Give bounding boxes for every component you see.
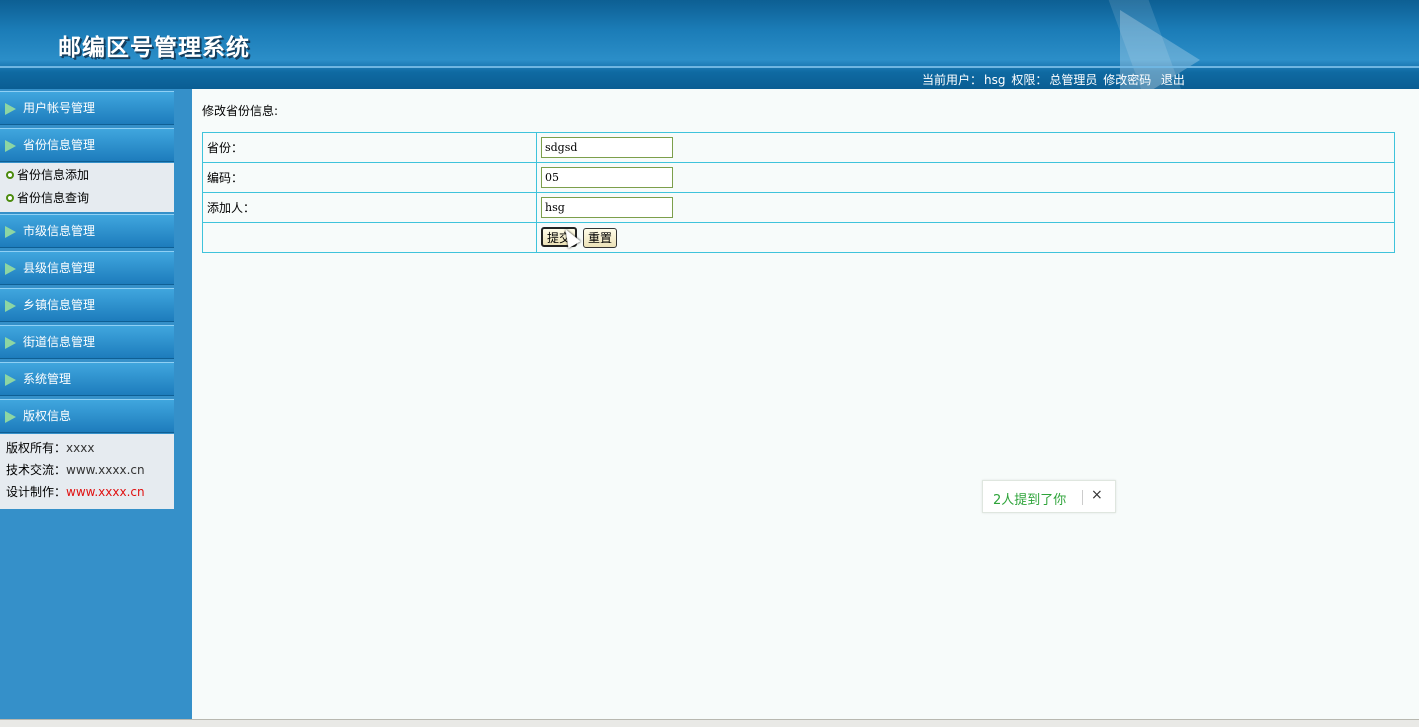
- copyright-owner: 版权所有：xxxx: [6, 437, 174, 459]
- copyright-tech-value: www.xxxx.cn: [66, 463, 145, 477]
- current-user: hsg: [984, 73, 1006, 87]
- menu-county-info[interactable]: 县级信息管理: [0, 251, 174, 285]
- browser-status-bar: [0, 719, 1419, 727]
- submenu-province-query[interactable]: 省份信息查询: [6, 187, 89, 209]
- code-field-cell: [536, 162, 1395, 193]
- form-row-actions: 提交 重置: [202, 222, 1395, 253]
- form-title: 修改省份信息:: [202, 104, 279, 118]
- menu-province-info[interactable]: 省份信息管理: [0, 128, 174, 162]
- triangle-right-icon: [5, 337, 16, 349]
- copyright-design: 设计制作：www.xxxx.cn: [6, 481, 174, 503]
- province-field-cell: [536, 132, 1395, 163]
- bullet-icon: [6, 171, 14, 179]
- code-input[interactable]: [541, 167, 673, 188]
- province-label: 省份：: [202, 132, 537, 163]
- province-submenu: 省份信息添加 省份信息查询: [0, 163, 174, 212]
- copyright-owner-value: xxxx: [66, 441, 95, 455]
- copyright-tech: 技术交流：www.xxxx.cn: [6, 459, 174, 481]
- triangle-right-icon: [5, 103, 16, 115]
- menu-street-info[interactable]: 街道信息管理: [0, 325, 174, 359]
- sidebar: 用户帐号管理 省份信息管理 省份信息添加 省份信息查询 市级信息管理 县级信息管…: [0, 89, 192, 719]
- current-user-label: 当前用户：: [922, 73, 983, 87]
- logout-link[interactable]: 退出: [1161, 73, 1185, 87]
- submenu-label: 省份信息查询: [17, 191, 90, 205]
- header-banner: 邮编区号管理系统 当前用户： hsg 权限： 总管理员 修改密码 退出: [0, 0, 1419, 89]
- mention-toast[interactable]: 2人提到了你 ×: [982, 480, 1116, 513]
- menu-copyright[interactable]: 版权信息: [0, 399, 174, 433]
- actions-label-cell: [202, 222, 537, 253]
- toast-message[interactable]: 2人提到了你: [993, 489, 1066, 508]
- triangle-right-icon: [5, 263, 16, 275]
- triangle-right-icon: [5, 226, 16, 238]
- triangle-right-icon: [5, 411, 16, 423]
- menu-label: 乡镇信息管理: [23, 298, 96, 312]
- banner-stripe: [0, 66, 1419, 68]
- copyright-tech-label: 技术交流：: [6, 463, 67, 477]
- menu-town-info[interactable]: 乡镇信息管理: [0, 288, 174, 322]
- copyright-owner-label: 版权所有：: [6, 441, 67, 455]
- menu-city-info[interactable]: 市级信息管理: [0, 214, 174, 248]
- change-password-link[interactable]: 修改密码: [1103, 73, 1151, 87]
- triangle-right-icon: [5, 374, 16, 386]
- form-row-adder: 添加人：: [202, 192, 1395, 223]
- form-row-code: 编码：: [202, 162, 1395, 193]
- menu-label: 省份信息管理: [23, 138, 96, 152]
- menu-system[interactable]: 系统管理: [0, 362, 174, 396]
- main-content: 修改省份信息: 省份： 编码： 添加人： 提交重置: [192, 89, 1419, 719]
- actions-cell: 提交 重置: [536, 222, 1395, 253]
- toast-separator: [1082, 490, 1083, 505]
- submenu-label: 省份信息添加: [17, 168, 90, 182]
- menu-label: 用户帐号管理: [23, 101, 96, 115]
- menu-user-account[interactable]: 用户帐号管理: [0, 91, 174, 125]
- triangle-right-icon: [5, 140, 16, 152]
- province-input[interactable]: [541, 137, 673, 158]
- permission-value: 总管理员: [1049, 73, 1098, 87]
- menu-label: 街道信息管理: [23, 335, 96, 349]
- app-title: 邮编区号管理系统: [58, 34, 250, 61]
- user-info-bar: 当前用户： hsg 权限： 总管理员 修改密码 退出: [922, 71, 1187, 88]
- adder-label: 添加人：: [202, 192, 537, 223]
- copyright-panel: 版权所有：xxxx 技术交流：www.xxxx.cn 设计制作：www.xxxx…: [0, 434, 174, 509]
- menu-label: 系统管理: [23, 372, 72, 386]
- edit-province-form: 省份： 编码： 添加人： 提交重置: [202, 132, 1395, 253]
- bullet-icon: [6, 194, 14, 202]
- copyright-design-value[interactable]: www.xxxx.cn: [66, 485, 145, 499]
- code-label: 编码：: [202, 162, 537, 193]
- form-row-province: 省份：: [202, 132, 1395, 163]
- copyright-design-label: 设计制作：: [6, 485, 67, 499]
- adder-input[interactable]: [541, 197, 673, 218]
- adder-field-cell: [536, 192, 1395, 223]
- close-icon[interactable]: ×: [1091, 487, 1103, 503]
- menu-label: 县级信息管理: [23, 261, 96, 275]
- menu-label: 市级信息管理: [23, 224, 96, 238]
- permission-label: 权限：: [1011, 73, 1048, 87]
- triangle-right-icon: [5, 300, 16, 312]
- submenu-province-add[interactable]: 省份信息添加: [6, 164, 89, 186]
- menu-label: 版权信息: [23, 409, 72, 423]
- reset-button[interactable]: 重置: [583, 228, 618, 248]
